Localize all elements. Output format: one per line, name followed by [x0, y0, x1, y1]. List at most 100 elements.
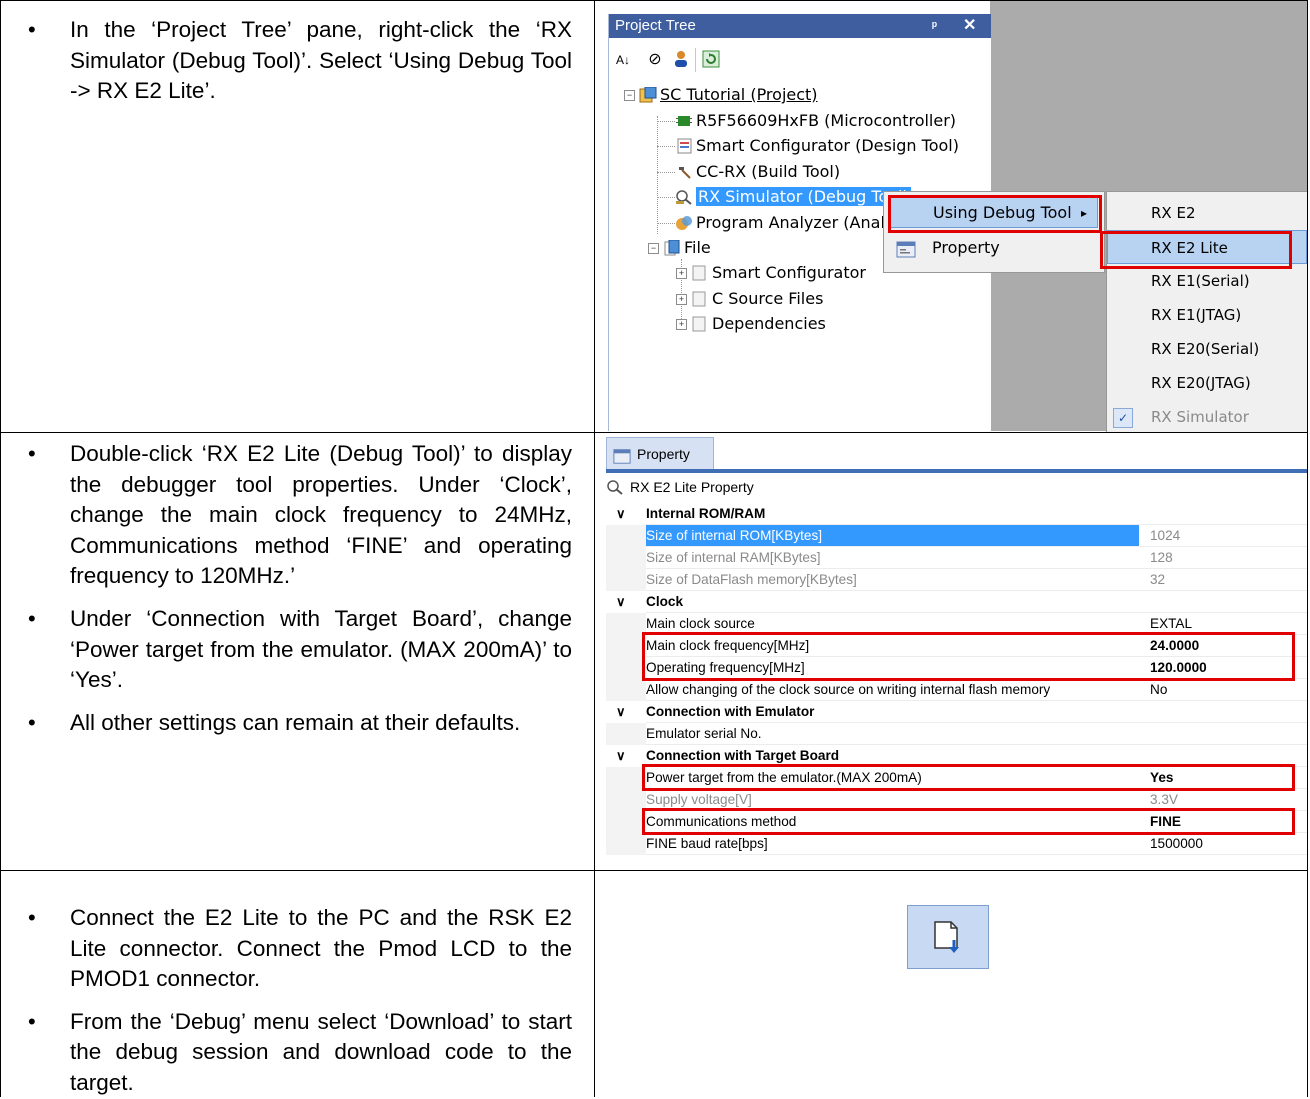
property-row[interactable]: FINE baud rate[bps] 1500000	[606, 833, 1308, 855]
property-name: Size of DataFlash memory[KBytes]	[646, 569, 1139, 591]
instruction-cell: In the ‘Project Tree’ pane, right-click …	[0, 1, 594, 433]
tree-item-folder[interactable]: Dependencies	[691, 314, 826, 334]
folder-icon	[691, 316, 709, 332]
property-category[interactable]: ∨ Clock	[606, 591, 1308, 613]
highlight-box	[642, 764, 1295, 791]
tree-item-folder[interactable]: Smart Configurator	[691, 263, 866, 283]
sort-icon[interactable]: A↓	[613, 50, 633, 70]
category-label: Clock	[646, 594, 684, 609]
chip-icon	[675, 113, 693, 129]
category-label: Internal ROM/RAM	[646, 506, 766, 521]
hammer-icon	[675, 164, 693, 180]
tab-label: Property	[637, 446, 690, 462]
project-icon	[639, 86, 657, 103]
submenu-item-rx-e20-jtag[interactable]: RX E20(JTAG)	[1107, 366, 1307, 400]
property-value[interactable]	[1146, 723, 1308, 745]
submenu-item-rx-e1-jtag[interactable]: RX E1(JTAG)	[1107, 298, 1307, 332]
grid-indent	[606, 789, 646, 811]
tab-property[interactable]: Property	[606, 437, 714, 471]
property-row[interactable]: Size of DataFlash memory[KBytes] 32	[606, 569, 1308, 591]
grid-indent	[606, 635, 646, 657]
tree-item-label: Dependencies	[712, 314, 826, 333]
chevron-down-icon[interactable]: ∨	[616, 503, 626, 525]
property-icon	[896, 238, 916, 270]
download-button[interactable]	[907, 905, 989, 969]
submenu-item-label: RX E2	[1151, 204, 1196, 222]
folder-icon	[691, 265, 709, 281]
grid-indent	[606, 811, 646, 833]
tree-item-folder[interactable]: C Source Files	[691, 289, 823, 309]
debug-tool-icon	[675, 189, 693, 205]
project-tree-toolbar: A↓ ⊘	[609, 38, 991, 84]
close-icon[interactable]: ✕	[963, 14, 976, 38]
instruction-text: All other settings can remain at their d…	[28, 708, 572, 739]
tree-item-file[interactable]: File	[663, 238, 711, 258]
submenu-item-label: RX E1(Serial)	[1151, 272, 1250, 290]
property-name: Emulator serial No.	[646, 723, 1139, 745]
property-name: FINE baud rate[bps]	[646, 833, 1139, 855]
tree-item-build-tool[interactable]: CC-RX (Build Tool)	[675, 162, 840, 182]
tree-item-debug-tool[interactable]: RX Simulator (Debug Tool)	[675, 187, 911, 207]
expand-toggle[interactable]: +	[676, 294, 687, 305]
property-category[interactable]: ∨ Internal ROM/RAM	[606, 503, 1308, 525]
property-name: Allow changing of the clock source on wr…	[646, 679, 1139, 701]
tree-item-label: Smart Configurator (Design Tool)	[696, 136, 959, 155]
grid-indent	[606, 613, 646, 635]
submenu-item-label: RX E1(JTAG)	[1151, 306, 1242, 324]
submenu-item-label: RX E20(Serial)	[1151, 340, 1260, 358]
property-row[interactable]: Emulator serial No.	[606, 723, 1308, 745]
tree-item-microcontroller[interactable]: R5F56609HxFB (Microcontroller)	[675, 111, 956, 131]
submenu-item-rx-simulator[interactable]: ✓ RX Simulator	[1107, 400, 1307, 433]
property-category[interactable]: ∨ Connection with Emulator	[606, 701, 1308, 723]
tab-underline	[606, 469, 1308, 473]
table-row: Double-click ‘RX E2 Lite (Debug Tool)’ t…	[0, 432, 1308, 871]
submenu: RX E2 RX E2 Lite RX E1(Serial) RX E1(JTA…	[1106, 191, 1308, 433]
property-name: Size of internal RAM[KBytes]	[646, 547, 1139, 569]
property-value[interactable]: 32	[1146, 569, 1308, 591]
clock-icon[interactable]: ⊘	[645, 50, 665, 70]
instruction-text: Connect the E2 Lite to the PC and the RS…	[28, 903, 572, 995]
submenu-item-rx-e20-serial[interactable]: RX E20(Serial)	[1107, 332, 1307, 366]
tree-connector	[657, 172, 675, 173]
property-screenshot: Property RX E2 Lite Property ∨ Internal R…	[596, 433, 1308, 871]
project-tree-titlebar: Project Tree ᵖ ✕	[609, 14, 991, 38]
submenu-item-rx-e2[interactable]: RX E2	[1107, 196, 1307, 230]
submenu-item-label: RX E20(JTAG)	[1151, 374, 1251, 392]
download-icon	[932, 920, 966, 961]
property-value[interactable]: 128	[1146, 547, 1308, 569]
grid-indent	[606, 569, 646, 591]
tree-item-label: C Source Files	[712, 289, 824, 308]
table-row: In the ‘Project Tree’ pane, right-click …	[0, 0, 1308, 433]
pin-icon[interactable]: ᵖ	[932, 14, 937, 38]
property-row[interactable]: Allow changing of the clock source on wr…	[606, 679, 1308, 701]
property-row[interactable]: Size of internal ROM[KBytes] 1024	[606, 525, 1308, 547]
property-value[interactable]: 1500000	[1146, 833, 1308, 855]
property-value[interactable]: 1024	[1146, 525, 1308, 547]
tree-item-project[interactable]: SC Tutorial (Project)	[639, 85, 818, 105]
instruction-text: From the ‘Debug’ menu select ‘Download’ …	[28, 1007, 572, 1099]
property-header-label: RX E2 Lite Property	[630, 479, 754, 495]
instruction-text: Under ‘Connection with Target Board’, ch…	[28, 604, 572, 696]
folder-icon	[663, 239, 681, 256]
user-icon[interactable]	[671, 50, 691, 70]
collapse-toggle[interactable]: −	[648, 243, 659, 254]
grid-indent	[606, 657, 646, 679]
instruction-text: In the ‘Project Tree’ pane, right-click …	[28, 15, 572, 107]
property-value[interactable]: No	[1146, 679, 1308, 701]
debug-tool-icon	[606, 479, 624, 498]
property-name: Size of internal ROM[KBytes]	[646, 525, 1139, 547]
tree-item-smart-configurator[interactable]: Smart Configurator (Design Tool)	[675, 136, 959, 156]
menu-item-property[interactable]: Property	[890, 232, 1098, 264]
collapse-toggle[interactable]: −	[624, 90, 635, 101]
expand-toggle[interactable]: +	[676, 268, 687, 279]
tree-item-label: Smart Configurator	[712, 263, 866, 282]
submenu-item-rx-e1-serial[interactable]: RX E1(Serial)	[1107, 264, 1307, 298]
analyzer-icon	[675, 215, 693, 231]
property-row[interactable]: Size of internal RAM[KBytes] 128	[606, 547, 1308, 569]
chevron-down-icon[interactable]: ∨	[616, 745, 626, 767]
refresh-icon[interactable]	[701, 50, 721, 70]
table-row: Connect the E2 Lite to the PC and the RS…	[0, 870, 1308, 1098]
chevron-down-icon[interactable]: ∨	[616, 591, 626, 613]
chevron-down-icon[interactable]: ∨	[616, 701, 626, 723]
expand-toggle[interactable]: +	[676, 319, 687, 330]
